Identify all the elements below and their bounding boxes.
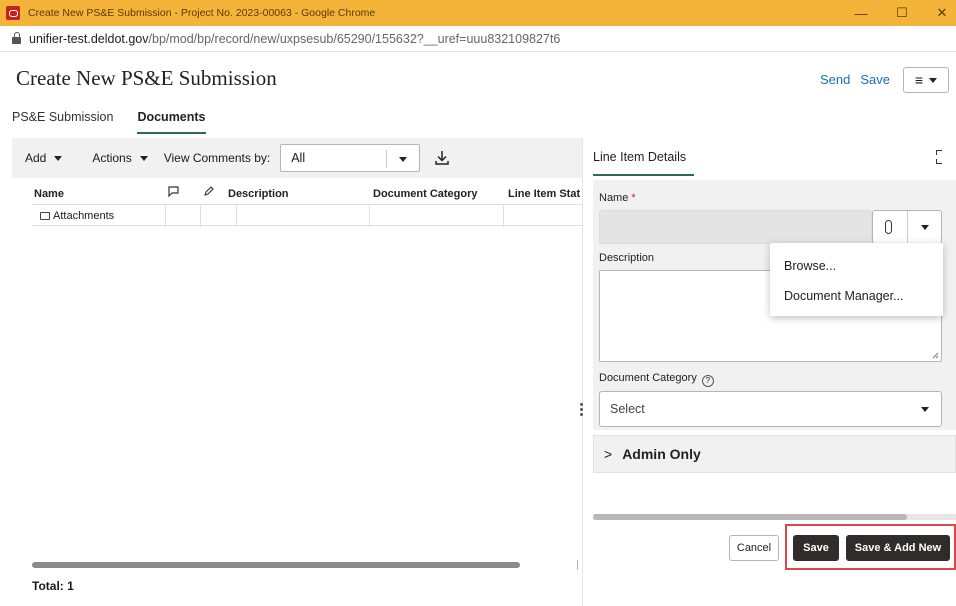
folder-icon [40,212,50,220]
category-select-value: Select [610,402,645,416]
lock-icon [12,31,21,44]
drag-handle-icon[interactable] [580,403,584,416]
page-title: Create New PS&E Submission [16,66,277,90]
cell-divider [165,205,166,227]
panel-title[interactable]: Line Item Details [593,150,695,176]
paperclip-icon [885,220,892,234]
column-description[interactable]: Description [228,188,289,200]
panel-splitter[interactable] [582,138,583,606]
view-comments-label: View Comments by: [163,151,271,165]
highlight-box [785,524,956,570]
view-comments-select[interactable]: All [280,144,421,172]
name-field[interactable] [599,210,872,244]
add-label: Add [25,151,47,165]
cell-divider [236,205,237,227]
name-label-text: Name [599,192,629,204]
chevron-down-icon [929,77,938,83]
table-row[interactable]: Attachments [32,204,582,227]
menu-item-browse[interactable]: Browse... [784,259,836,273]
chevron-down-icon [139,155,148,161]
cell-divider [200,205,201,227]
scrollbar-thumb[interactable] [593,514,907,520]
oracle-app-icon [6,6,20,20]
tab-bar: PS&E Submission Documents [12,110,206,134]
documents-toolbar: Add Actions View Comments by: All [12,138,582,178]
column-document-category[interactable]: Document Category [373,188,478,200]
url-host: unifier-test.deldot.gov [29,31,149,46]
view-comments-value: All [291,151,306,165]
line-item-details-panel: Line Item Details Name * Description Doc… [593,138,956,606]
admin-only-section[interactable]: > Admin Only [593,435,956,473]
category-label-text: Document Category [599,372,697,384]
scrollbar-end [577,560,578,570]
attach-file-button[interactable] [872,210,942,244]
panel-header: Line Item Details [593,138,956,178]
url-text[interactable]: unifier-test.deldot.gov/bp/mod/bp/record… [29,32,560,46]
chevron-down-icon [921,225,929,230]
attach-dropdown-menu: Browse... Document Manager... [770,243,943,316]
row-name-cell: Attachments [40,210,114,222]
url-path: /bp/mod/bp/record/new/uxpsesub/65290/155… [148,31,561,46]
tab-pse-submission[interactable]: PS&E Submission [12,110,113,134]
column-line-item-status[interactable]: Line Item Stat [508,188,580,200]
cell-divider [369,205,370,227]
address-bar[interactable]: unifier-test.deldot.gov/bp/mod/bp/record… [0,26,956,52]
cell-divider [503,205,504,227]
minimize-button[interactable]: — [844,0,878,26]
edit-icon [204,186,214,199]
actions-label: Actions [92,151,132,165]
help-icon[interactable]: ? [701,375,714,387]
window-title: Create New PS&E Submission - Project No.… [28,7,376,19]
comment-icon [168,186,179,200]
name-label: Name * [599,192,636,204]
save-link[interactable]: Save [860,72,890,87]
download-icon[interactable] [434,150,450,166]
actions-menu-button[interactable]: Actions [92,151,148,165]
hamburger-icon: ≡ [914,72,924,88]
chevron-down-icon [399,157,408,162]
documents-panel: Add Actions View Comments by: All Name D… [12,138,582,606]
cancel-button[interactable]: Cancel [729,535,779,561]
chevron-down-icon [921,407,929,412]
description-label: Description [599,252,655,264]
horizontal-scrollbar[interactable] [32,562,520,568]
row-name: Attachments [53,210,115,222]
select-divider [386,150,388,168]
header-actions: Send Save [820,72,890,87]
admin-only-label: Admin Only [622,446,701,462]
expand-icon[interactable] [936,150,942,164]
hamburger-menu-button[interactable]: ≡ [903,67,949,93]
send-link[interactable]: Send [820,72,850,87]
column-name[interactable]: Name [34,188,64,200]
document-category-select[interactable]: Select [599,391,942,427]
add-menu-button[interactable]: Add [25,151,63,165]
tab-documents[interactable]: Documents [137,110,206,134]
button-divider [907,211,908,243]
panel-horizontal-scrollbar[interactable] [593,514,956,520]
resize-grip-icon[interactable] [932,352,939,359]
menu-item-document-manager[interactable]: Document Manager... [784,289,904,303]
document-category-label: Document Category? [599,372,714,387]
chevron-right-icon: > [604,446,613,462]
close-window-button[interactable]: ✕ [925,0,956,26]
chevron-down-icon [54,155,63,161]
total-count: Total: 1 [32,579,74,593]
required-marker: * [631,192,636,204]
grid-header: Name Description Document Category Line … [12,184,582,204]
maximize-button[interactable]: ☐ [885,0,919,26]
browser-titlebar: Create New PS&E Submission - Project No.… [0,0,956,26]
